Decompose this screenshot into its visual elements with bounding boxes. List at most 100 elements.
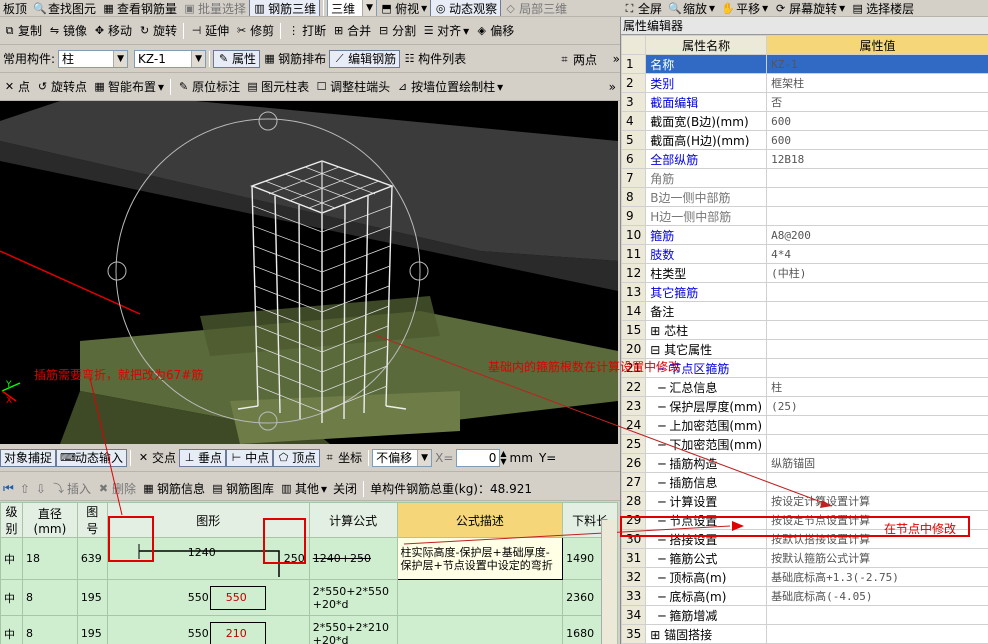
- property-name[interactable]: 名称: [645, 54, 768, 74]
- property-name[interactable]: 备注: [645, 301, 768, 321]
- property-name[interactable]: ─ 汇总信息: [645, 377, 768, 397]
- property-name[interactable]: ─ 计算设置: [645, 491, 768, 511]
- property-row[interactable]: 10 箍筋 A8@200: [621, 225, 988, 245]
- screen-rotate-button[interactable]: ⟳ 屏幕旋转 ▾: [771, 0, 848, 16]
- cell-shape[interactable]: 550 550: [106, 579, 310, 616]
- cell-formula[interactable]: 1240+250: [308, 537, 398, 580]
- attribute-button[interactable]: ✎ 属性: [213, 49, 261, 68]
- property-name[interactable]: 类别: [645, 73, 768, 93]
- property-row[interactable]: 7 角筋: [621, 168, 988, 188]
- property-name[interactable]: 全部纵筋: [645, 149, 768, 169]
- property-value[interactable]: 柱: [766, 377, 988, 397]
- property-value[interactable]: 基础底标高+1.3(-2.75): [766, 567, 988, 587]
- property-row[interactable]: 13 其它箍筋: [621, 282, 988, 302]
- property-row[interactable]: 27 ─ 插筋信息: [621, 472, 988, 492]
- property-value[interactable]: 600: [766, 111, 988, 131]
- property-value[interactable]: [766, 320, 988, 340]
- close-button[interactable]: 关闭: [330, 477, 360, 500]
- property-value[interactable]: [766, 358, 988, 378]
- object-snap-button[interactable]: 对象捕捉: [0, 448, 57, 467]
- property-name[interactable]: ─ 底标高(m): [645, 586, 768, 606]
- property-value[interactable]: (25): [766, 396, 988, 416]
- cell-shape[interactable]: 1240 250: [106, 537, 310, 580]
- find-element-button[interactable]: 🔍 查找图元: [30, 0, 99, 16]
- cell-grade[interactable]: 中: [0, 579, 23, 616]
- property-row[interactable]: 25 ─ 下加密范围(mm): [621, 434, 988, 454]
- property-name[interactable]: ─ 节点设置: [645, 510, 768, 530]
- rebar-3d-button[interactable]: ▥ 钢筋三维: [249, 0, 321, 16]
- property-value[interactable]: 按设定计算设置计算: [766, 491, 988, 511]
- property-value[interactable]: [766, 434, 988, 454]
- in-place-label-button[interactable]: ✎ 原位标注: [174, 73, 243, 100]
- property-row[interactable]: 28 ─ 计算设置 按设定计算设置计算: [621, 491, 988, 511]
- property-name[interactable]: 截面编辑: [645, 92, 768, 112]
- property-row[interactable]: 3 截面编辑否: [621, 92, 988, 112]
- property-name[interactable]: ─ 箍筋增减: [645, 605, 768, 625]
- cell-grade[interactable]: 中: [0, 537, 23, 580]
- property-name[interactable]: ─ 插筋信息: [645, 472, 768, 492]
- property-value[interactable]: [766, 415, 988, 435]
- property-name[interactable]: 截面宽(B边)(mm): [645, 111, 768, 131]
- cell-description[interactable]: 柱实际高度-保护层+基础厚度-保护层+节点设置中设定的弯折: [396, 537, 564, 580]
- cell-formula[interactable]: 2*550+2*550+20*d: [308, 579, 398, 616]
- property-name[interactable]: 角筋: [645, 168, 768, 188]
- component-type-select[interactable]: 柱 ▼: [58, 49, 129, 68]
- mirror-button[interactable]: ⇋ 镜像: [45, 17, 90, 44]
- property-row[interactable]: 6 全部纵筋 12B18: [621, 149, 988, 169]
- property-row[interactable]: 23 ─ 保护层厚度(mm) (25): [621, 396, 988, 416]
- cell-formula[interactable]: 2*550+2*210+20*d: [308, 615, 398, 644]
- property-row[interactable]: 8 B边一侧中部筋: [621, 187, 988, 207]
- move-button[interactable]: ✥ 移动: [90, 17, 135, 44]
- break-button[interactable]: ⋮ 打断: [284, 17, 329, 44]
- property-row[interactable]: 24 ─ 上加密范围(mm): [621, 415, 988, 435]
- top-view-button[interactable]: ⬒ 俯视 ▾: [377, 0, 430, 16]
- batch-select-button[interactable]: ▣ 批量选择: [180, 0, 249, 16]
- property-row[interactable]: 34 ─ 箍筋增减: [621, 605, 988, 625]
- property-row[interactable]: 2 类别 框架柱: [621, 73, 988, 93]
- property-name[interactable]: ─ 上加密范围(mm): [645, 415, 768, 435]
- cell-diameter[interactable]: 8: [21, 579, 78, 616]
- delete-button[interactable]: ✖ 删除: [94, 477, 139, 500]
- property-row[interactable]: 26 ─ 插筋构造 纵筋锚固: [621, 453, 988, 473]
- property-row[interactable]: 22 ─ 汇总信息柱: [621, 377, 988, 397]
- property-name[interactable]: ⊞ 芯柱: [645, 320, 768, 340]
- property-name[interactable]: ⊟ 其它属性: [645, 339, 768, 359]
- point-button[interactable]: ✕ 点: [0, 73, 33, 100]
- property-value[interactable]: 框架柱: [766, 73, 988, 93]
- other-menu-button[interactable]: ▥ 其他 ▾: [277, 477, 330, 500]
- property-value[interactable]: 基础底标高(-4.05): [766, 586, 988, 606]
- vertex-snap-button[interactable]: ⬠ 顶点: [273, 448, 321, 467]
- component-list-button[interactable]: ☷ 构件列表: [400, 45, 469, 72]
- property-value[interactable]: [766, 282, 988, 302]
- property-value[interactable]: [766, 605, 988, 625]
- prev-row-icon[interactable]: ⏮: [0, 477, 17, 500]
- property-value[interactable]: [766, 301, 988, 321]
- fullscreen-button[interactable]: ⛶ 全屏: [620, 0, 665, 16]
- pan-button[interactable]: ✋ 平移 ▾: [718, 0, 771, 16]
- property-row[interactable]: 20 ⊟ 其它属性: [621, 339, 988, 359]
- cell-description[interactable]: [396, 615, 564, 644]
- cell-diameter[interactable]: 18: [21, 537, 78, 580]
- zoom-button[interactable]: 🔍 缩放 ▾: [665, 0, 718, 16]
- dynamic-observe-button[interactable]: ◎ 动态观察: [430, 0, 502, 16]
- table-row[interactable]: 中 8 195 550 210 2*550+2*210+20*d 1680: [0, 615, 618, 644]
- smart-layout-button[interactable]: ▦ 智能布置 ▾: [90, 73, 167, 100]
- property-name[interactable]: ⊞ 锚固搭接: [645, 624, 768, 644]
- cell-shape[interactable]: 550 210: [106, 615, 310, 644]
- property-value[interactable]: (中柱): [766, 263, 988, 283]
- property-value[interactable]: 按默认箍筋公式计算: [766, 548, 988, 568]
- midpoint-snap-button[interactable]: ⊢ 中点: [226, 448, 274, 467]
- view-rebar-amount-button[interactable]: ▦ 查看钢筋量: [99, 0, 180, 16]
- property-name[interactable]: ─ 保护层厚度(mm): [645, 396, 768, 416]
- overflow-chevron-icon[interactable]: »: [609, 80, 620, 94]
- property-name[interactable]: B边一侧中部筋: [645, 187, 768, 207]
- property-value[interactable]: [766, 168, 988, 188]
- property-row[interactable]: 12 柱类型 (中柱): [621, 263, 988, 283]
- orbit-handle-left[interactable]: [107, 261, 127, 281]
- property-value[interactable]: 4*4: [766, 244, 988, 264]
- property-name[interactable]: ─ 箍筋公式: [645, 548, 768, 568]
- view-3d-select[interactable]: 三维 ▼: [327, 0, 378, 16]
- align-button[interactable]: ☰ 对齐 ▾: [419, 17, 472, 44]
- property-row[interactable]: 9 H边一侧中部筋: [621, 206, 988, 226]
- extend-button[interactable]: ⊣ 延伸: [187, 17, 232, 44]
